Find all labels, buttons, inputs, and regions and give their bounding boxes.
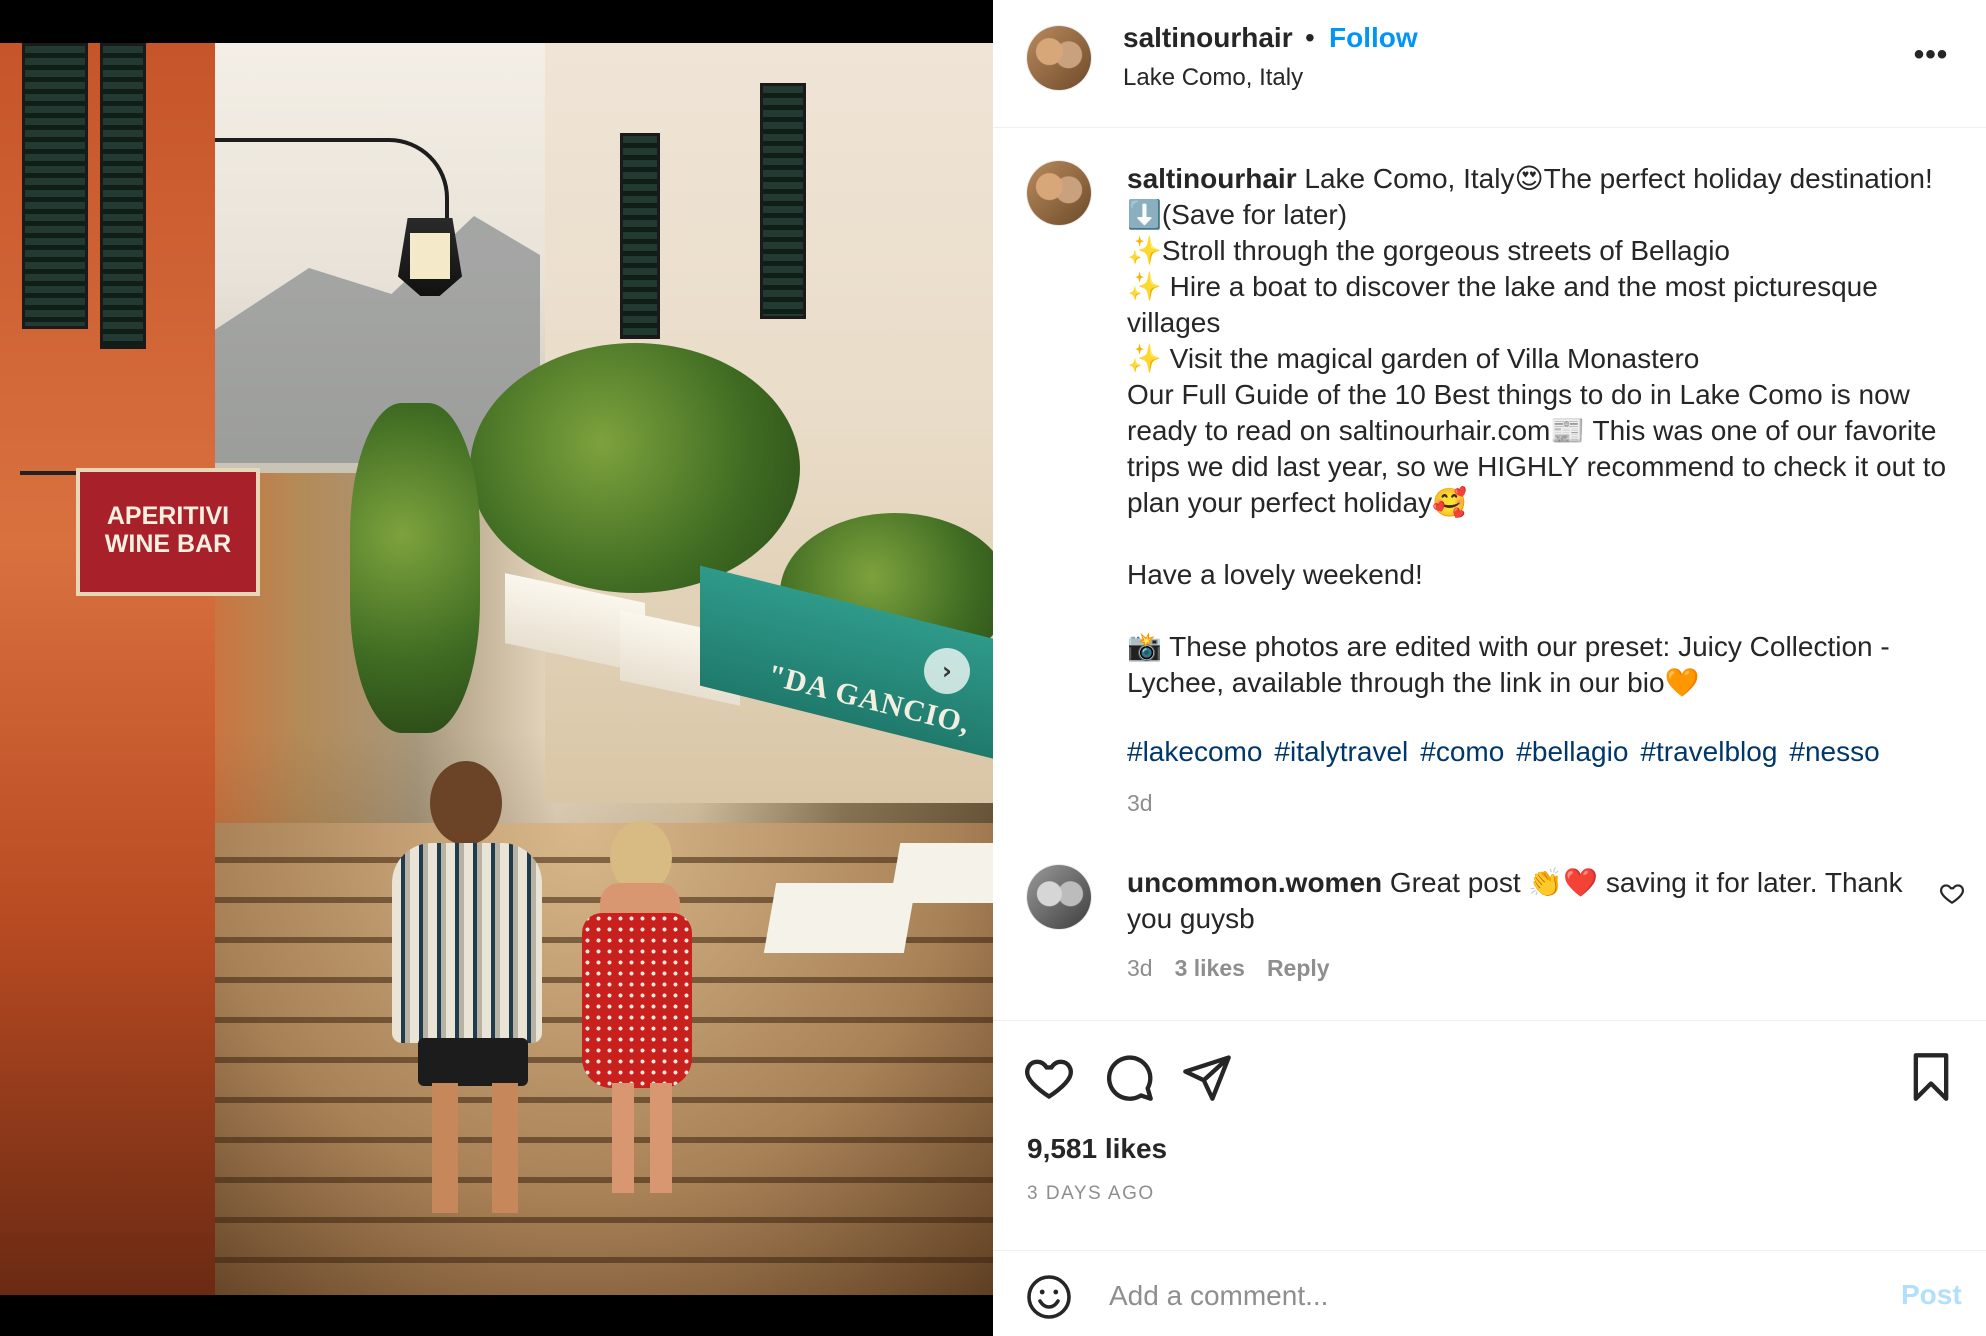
post-photo[interactable]: "DA GANCIO, APERITIVI WINE BAR xyxy=(0,43,993,1295)
like-heart-icon[interactable] xyxy=(1023,1051,1075,1103)
hashtag-link[interactable]: #italytravel xyxy=(1274,736,1408,767)
caption-timestamp[interactable]: 3d xyxy=(1127,790,1153,817)
comment-timestamp[interactable]: 3d xyxy=(1127,955,1153,981)
post-sidebar: saltinourhair • Follow Lake Como, Italy … xyxy=(993,0,1986,1336)
wine-bar-sign-text: APERITIVI WINE BAR xyxy=(104,502,232,558)
caption-username[interactable]: saltinourhair xyxy=(1127,163,1297,194)
comment-likes[interactable]: 3 likes xyxy=(1175,955,1245,981)
post-media: "DA GANCIO, APERITIVI WINE BAR › xyxy=(0,0,993,1336)
photo-woman-leg-2 xyxy=(650,1083,672,1193)
photo-man-shirt xyxy=(392,843,542,1043)
comments-section: saltinourhair Lake Como, Italy😍The perfe… xyxy=(993,128,1986,1021)
hashtag-link[interactable]: #nesso xyxy=(1789,736,1879,767)
instagram-post: "DA GANCIO, APERITIVI WINE BAR › saltino… xyxy=(0,0,1986,1336)
photo-man-leg xyxy=(432,1083,458,1213)
carousel-next-button[interactable]: › xyxy=(924,648,970,694)
photo-foliage-vine xyxy=(350,403,480,733)
photo-foliage xyxy=(470,343,800,593)
lamp-glass xyxy=(410,233,450,279)
emoji-icon[interactable] xyxy=(1025,1273,1073,1321)
hashtag-link[interactable]: #lakecomo xyxy=(1127,736,1262,767)
photo-woman-leg xyxy=(612,1083,634,1193)
caption-text: Lake Como, Italy😍The perfect holiday des… xyxy=(1127,163,1947,698)
lamp-arm xyxy=(215,138,449,232)
comment-like-heart-icon[interactable] xyxy=(1939,880,1965,906)
header-separator: • xyxy=(1305,22,1315,53)
comment-input[interactable] xyxy=(1107,1271,1811,1321)
add-comment-bar: Post xyxy=(993,1251,1986,1336)
photo-shutter-4 xyxy=(620,133,660,339)
chevron-right-icon: › xyxy=(942,657,952,685)
post-header: saltinourhair • Follow Lake Como, Italy … xyxy=(993,0,1986,128)
photo-shutter-2 xyxy=(100,43,146,349)
photo-man-leg-2 xyxy=(492,1083,518,1213)
author-avatar[interactable] xyxy=(1027,26,1091,90)
comment-meta: 3d 3 likes Reply xyxy=(1127,955,1352,982)
author-username[interactable]: saltinourhair xyxy=(1123,22,1293,54)
commenter-avatar[interactable] xyxy=(1027,865,1091,929)
action-bar: 9,581 likes 3 DAYS AGO xyxy=(993,1021,1986,1251)
share-paper-plane-icon[interactable] xyxy=(1181,1051,1233,1103)
photo-man-shorts xyxy=(418,1038,528,1086)
photo-shutter xyxy=(22,43,88,329)
commenter-username[interactable]: uncommon.women xyxy=(1127,867,1382,898)
caption-avatar[interactable] xyxy=(1027,161,1091,225)
more-options-icon[interactable]: ••• xyxy=(1909,40,1953,70)
comment-reply-button[interactable]: Reply xyxy=(1267,955,1330,981)
hashtag-list: #lakecomo #italytravel #como #bellagio #trav… xyxy=(1127,736,1892,768)
comment-bubble-icon[interactable] xyxy=(1103,1051,1155,1103)
bookmark-icon[interactable] xyxy=(1905,1051,1957,1103)
photo-shutter-3 xyxy=(760,83,806,319)
likes-count[interactable]: 9,581 likes xyxy=(1027,1133,1167,1165)
photo-table-2 xyxy=(889,843,993,903)
follow-button[interactable]: Follow xyxy=(1329,22,1418,54)
photo-man-head xyxy=(430,761,502,845)
photo-woman-dress xyxy=(582,913,692,1088)
hashtag-link[interactable]: #travelblog xyxy=(1640,736,1777,767)
hashtag-link[interactable]: #bellagio xyxy=(1516,736,1628,767)
post-comment-button[interactable]: Post xyxy=(1901,1279,1962,1311)
post-date[interactable]: 3 DAYS AGO xyxy=(1027,1183,1155,1205)
wine-bar-sign: APERITIVI WINE BAR xyxy=(76,468,260,596)
caption: saltinourhair Lake Como, Italy😍The perfe… xyxy=(1127,161,1947,701)
comment: uncommon.women Great post 👏❤️ saving it … xyxy=(1127,865,1927,937)
location-link[interactable]: Lake Como, Italy xyxy=(1123,64,1303,92)
hashtag-link[interactable]: #como xyxy=(1420,736,1504,767)
